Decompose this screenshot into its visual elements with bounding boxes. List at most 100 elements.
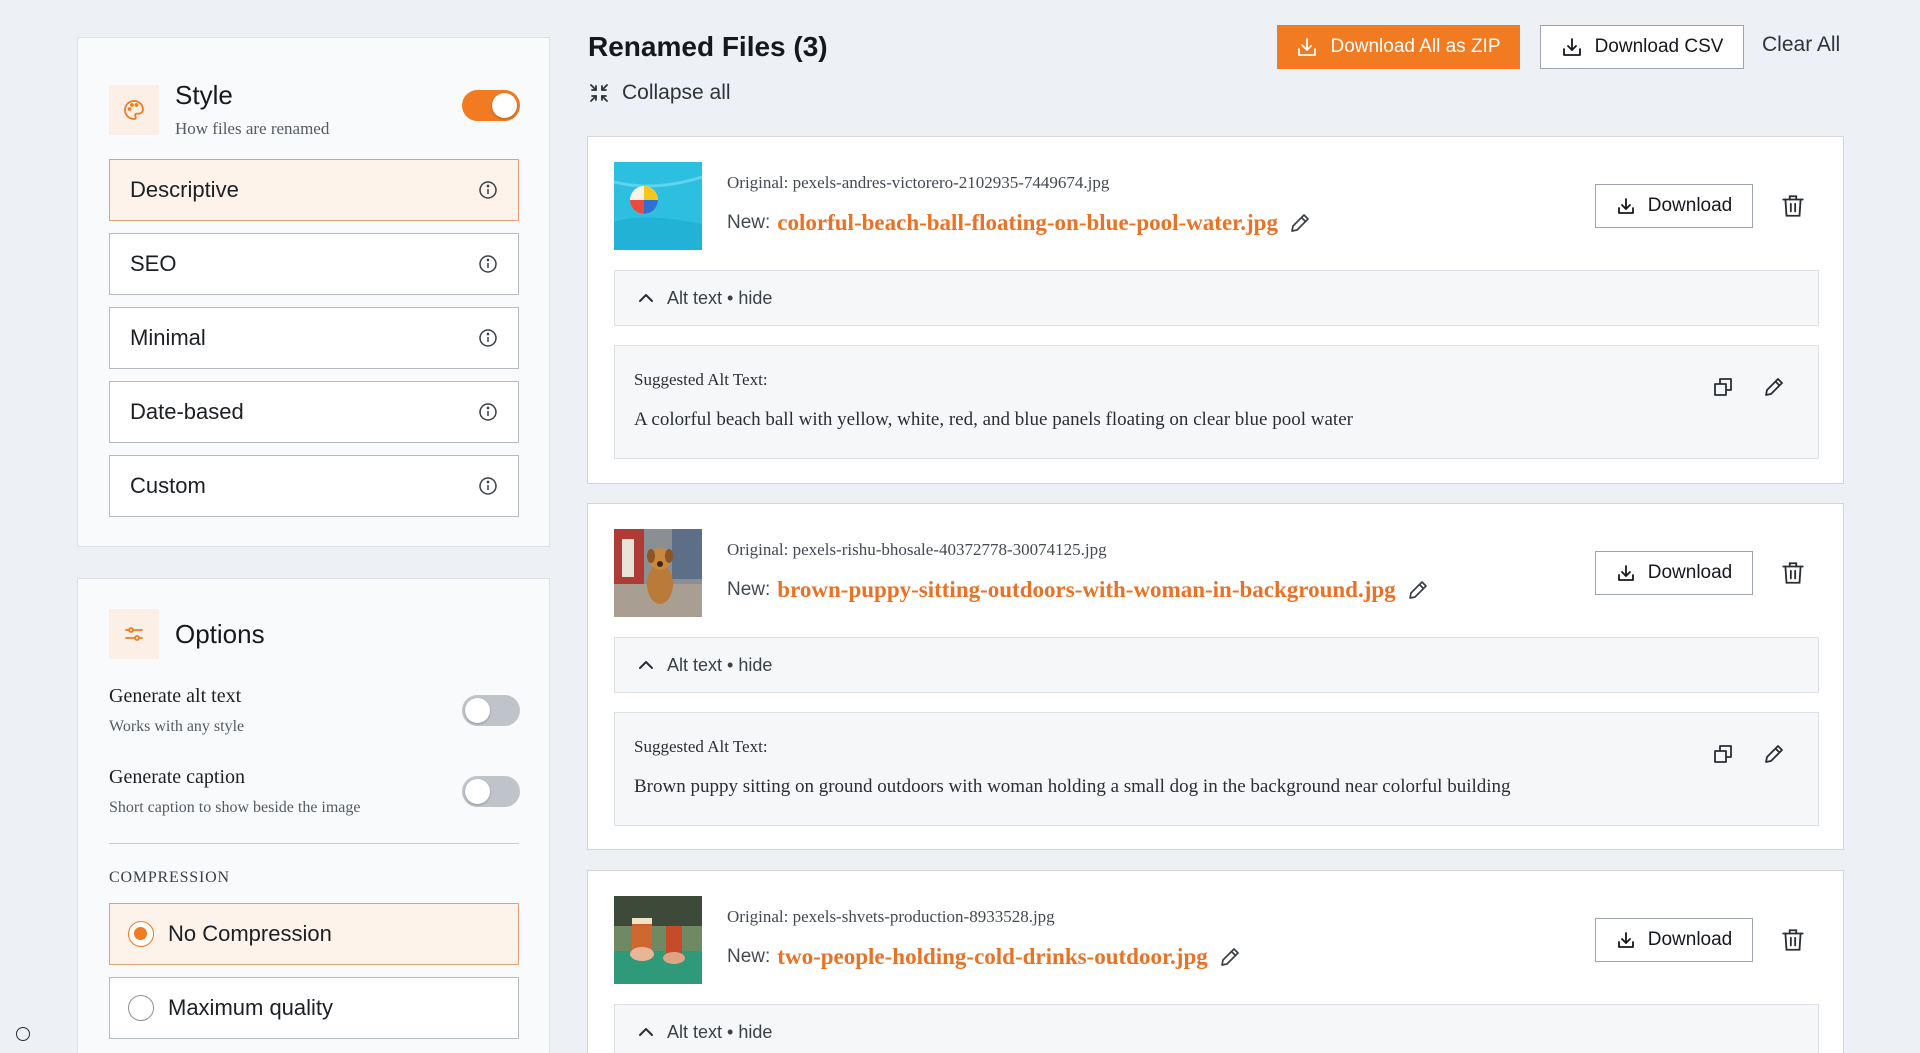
trash-icon[interactable] bbox=[1780, 560, 1806, 586]
style-option-date-based[interactable]: Date-based bbox=[109, 381, 519, 443]
trash-icon[interactable] bbox=[1780, 927, 1806, 953]
edit-filename-icon[interactable] bbox=[1406, 578, 1430, 602]
download-icon bbox=[1617, 565, 1634, 581]
style-option-label: Minimal bbox=[130, 325, 206, 350]
status-indicator-icon bbox=[16, 1027, 30, 1041]
alt-text-setting-sub: Works with any style bbox=[109, 718, 245, 735]
alt-text-toggle-label: Alt text • hide bbox=[667, 287, 773, 308]
style-option-label: Date-based bbox=[130, 399, 244, 424]
new-filename-row: New: two-people-holding-cold-drinks-outd… bbox=[727, 944, 1242, 970]
options-panel-header: Options bbox=[109, 609, 265, 659]
original-filename: Original: pexels-rishu-bhosale-40372778-… bbox=[727, 540, 1107, 559]
suggested-alt-box: Suggested Alt Text: A colorful beach bal… bbox=[614, 345, 1819, 459]
style-option-label: Custom bbox=[130, 473, 206, 498]
style-option-descriptive[interactable]: Descriptive bbox=[109, 159, 519, 221]
info-icon[interactable] bbox=[478, 476, 498, 496]
file-card: Original: pexels-shvets-production-89335… bbox=[587, 870, 1844, 1053]
new-filename-prefix: New: bbox=[727, 579, 771, 600]
compression-option-label: Maximum quality bbox=[168, 995, 334, 1020]
new-filename-prefix: New: bbox=[727, 212, 771, 233]
download-csv-button[interactable]: Download CSV bbox=[1540, 25, 1744, 69]
suggested-alt-text: A colorful beach ball with yellow, white… bbox=[634, 409, 1353, 430]
style-option-minimal[interactable]: Minimal bbox=[109, 307, 519, 369]
divider bbox=[109, 843, 519, 844]
new-filename-prefix: New: bbox=[727, 946, 771, 967]
download-tray-icon bbox=[1298, 38, 1317, 56]
alt-text-setting: Generate alt text Works with any style bbox=[109, 685, 519, 736]
caption-toggle[interactable] bbox=[462, 776, 520, 807]
download-file-button[interactable]: Download bbox=[1595, 918, 1753, 962]
new-filename-row: New: colorful-beach-ball-floating-on-blu… bbox=[727, 210, 1312, 236]
download-zip-label: Download All as ZIP bbox=[1330, 36, 1501, 57]
edit-alt-icon[interactable] bbox=[1762, 375, 1786, 399]
download-file-label: Download bbox=[1647, 562, 1733, 583]
new-filename: brown-puppy-sitting-outdoors-with-woman-… bbox=[777, 577, 1396, 602]
info-icon[interactable] bbox=[478, 180, 498, 200]
style-panel: Style How files are renamed Descriptive … bbox=[77, 37, 550, 547]
caption-setting: Generate caption Short caption to show b… bbox=[109, 766, 519, 817]
style-panel-subtitle: How files are renamed bbox=[175, 119, 330, 138]
copy-icon[interactable] bbox=[1711, 375, 1735, 399]
collapse-icon bbox=[590, 84, 608, 102]
page-title: Renamed Files (3) bbox=[588, 31, 828, 62]
new-filename: colorful-beach-ball-floating-on-blue-poo… bbox=[777, 210, 1278, 235]
download-file-label: Download bbox=[1647, 195, 1733, 216]
alt-text-collapse-toggle[interactable]: Alt text • hide bbox=[614, 1004, 1819, 1053]
file-thumbnail bbox=[614, 162, 702, 250]
clear-all-button[interactable]: Clear All bbox=[1762, 33, 1840, 57]
chevron-up-icon bbox=[639, 661, 653, 669]
collapse-all-button[interactable]: Collapse all bbox=[588, 81, 731, 105]
info-icon[interactable] bbox=[478, 402, 498, 422]
file-thumbnail bbox=[614, 529, 702, 617]
copy-icon[interactable] bbox=[1711, 742, 1735, 766]
compression-option-none[interactable]: No Compression bbox=[109, 903, 519, 965]
info-icon[interactable] bbox=[478, 254, 498, 274]
download-file-label: Download bbox=[1647, 929, 1733, 950]
compression-option-maximum-quality[interactable]: Maximum quality bbox=[109, 977, 519, 1039]
chevron-up-icon bbox=[639, 294, 653, 302]
suggested-alt-text: Brown puppy sitting on ground outdoors w… bbox=[634, 776, 1511, 797]
options-panel: Options Generate alt text Works with any… bbox=[77, 578, 550, 1053]
style-option-label: SEO bbox=[130, 251, 177, 276]
edit-filename-icon[interactable] bbox=[1288, 211, 1312, 235]
style-toggle[interactable] bbox=[462, 90, 520, 121]
style-option-label: Descriptive bbox=[130, 177, 239, 202]
suggested-alt-label: Suggested Alt Text: bbox=[634, 370, 768, 389]
options-panel-title: Options bbox=[175, 618, 265, 649]
edit-alt-icon[interactable] bbox=[1762, 742, 1786, 766]
download-file-button[interactable]: Download bbox=[1595, 184, 1753, 228]
file-card: Original: pexels-andres-victorero-210293… bbox=[587, 136, 1844, 484]
download-zip-button[interactable]: Download All as ZIP bbox=[1277, 25, 1520, 69]
alt-text-collapse-toggle[interactable]: Alt text • hide bbox=[614, 270, 1819, 326]
file-thumbnail bbox=[614, 896, 702, 984]
radio-checked-icon[interactable] bbox=[128, 921, 154, 947]
alt-text-toggle[interactable] bbox=[462, 695, 520, 726]
chevron-up-icon bbox=[639, 1028, 653, 1036]
caption-setting-label: Generate caption bbox=[109, 766, 246, 788]
style-option-custom[interactable]: Custom bbox=[109, 455, 519, 517]
info-icon[interactable] bbox=[478, 328, 498, 348]
palette-icon bbox=[109, 84, 159, 135]
compression-label: COMPRESSION bbox=[109, 869, 230, 886]
alt-text-setting-label: Generate alt text bbox=[109, 685, 242, 707]
style-panel-title: Style bbox=[175, 80, 233, 110]
file-card: Original: pexels-rishu-bhosale-40372778-… bbox=[587, 503, 1844, 850]
download-icon bbox=[1617, 198, 1634, 214]
suggested-alt-label: Suggested Alt Text: bbox=[634, 737, 768, 756]
trash-icon[interactable] bbox=[1780, 193, 1806, 219]
alt-text-toggle-label: Alt text • hide bbox=[667, 654, 773, 675]
download-tray-icon bbox=[1562, 38, 1581, 56]
collapse-all-label: Collapse all bbox=[622, 81, 731, 104]
radio-icon[interactable] bbox=[128, 995, 154, 1021]
new-filename: two-people-holding-cold-drinks-outdoor.j… bbox=[777, 944, 1208, 969]
original-filename: Original: pexels-shvets-production-89335… bbox=[727, 907, 1055, 926]
suggested-alt-box: Suggested Alt Text: Brown puppy sitting … bbox=[614, 712, 1819, 826]
download-file-button[interactable]: Download bbox=[1595, 551, 1753, 595]
new-filename-row: New: brown-puppy-sitting-outdoors-with-w… bbox=[727, 577, 1430, 603]
edit-filename-icon[interactable] bbox=[1218, 945, 1242, 969]
download-icon bbox=[1617, 932, 1634, 948]
caption-setting-sub: Short caption to show beside the image bbox=[109, 799, 361, 816]
alt-text-collapse-toggle[interactable]: Alt text • hide bbox=[614, 637, 1819, 693]
alt-text-toggle-label: Alt text • hide bbox=[667, 1021, 773, 1042]
style-option-seo[interactable]: SEO bbox=[109, 233, 519, 295]
